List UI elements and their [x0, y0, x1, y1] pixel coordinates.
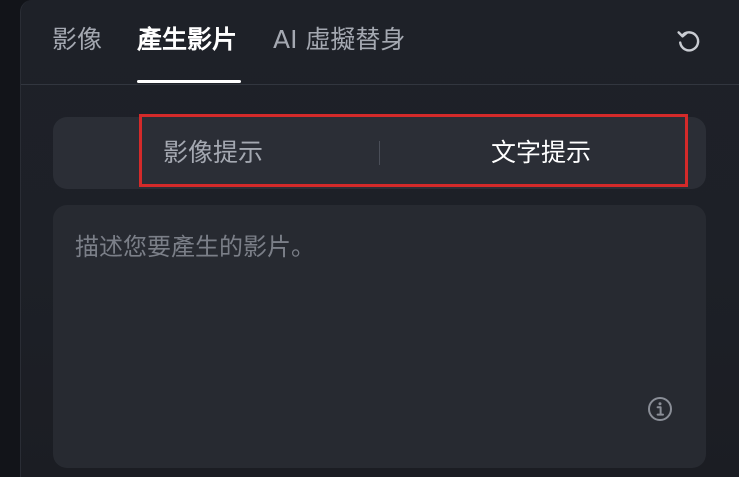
prompt-container [53, 205, 706, 468]
image-prompt-option[interactable]: 影像提示 [163, 135, 263, 171]
info-icon[interactable] [646, 395, 674, 423]
text-prompt-option[interactable]: 文字提示 [491, 135, 591, 171]
tab-generate-video[interactable]: 產生影片 [137, 22, 237, 58]
active-tab-indicator [137, 80, 241, 83]
prompt-mode-switch: 影像提示 文字提示 [53, 114, 706, 189]
tab-bar: 影像 產生影片 AI 虛擬替身 [21, 0, 739, 85]
segment-divider [379, 141, 380, 165]
tab-ai-avatar[interactable]: AI 虛擬替身 [273, 22, 405, 58]
video-generation-panel: 影像 產生影片 AI 虛擬替身 影像提示 文字提示 [20, 0, 739, 477]
tab-image[interactable]: 影像 [52, 22, 102, 58]
video-description-input[interactable] [75, 229, 675, 429]
refresh-icon[interactable] [675, 27, 703, 55]
